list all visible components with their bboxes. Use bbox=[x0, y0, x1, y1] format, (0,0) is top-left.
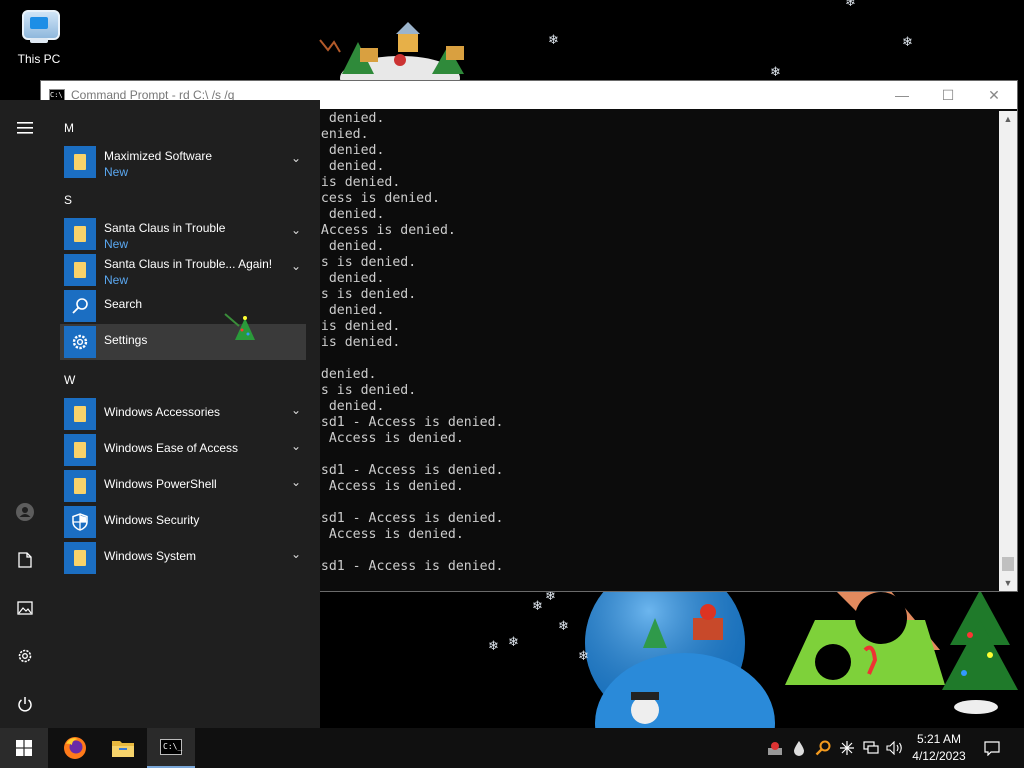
this-pc-label: This PC bbox=[17, 52, 61, 66]
minimize-button[interactable]: — bbox=[879, 81, 925, 109]
new-badge: New bbox=[104, 237, 129, 251]
app-windows-security[interactable]: Windows Security bbox=[60, 504, 306, 540]
app-settings[interactable]: Settings bbox=[60, 313, 306, 360]
pictures-icon[interactable] bbox=[0, 588, 50, 628]
app-search[interactable]: Search bbox=[60, 288, 306, 324]
shield-icon bbox=[64, 506, 96, 538]
file-explorer-icon bbox=[112, 741, 134, 757]
folder-icon bbox=[64, 470, 96, 502]
file-explorer-taskbar-button[interactable] bbox=[99, 728, 147, 768]
chevron-down-icon[interactable]: ⌄ bbox=[286, 396, 306, 417]
christmas-village-icon bbox=[319, 22, 464, 80]
command-prompt-icon: C:\_ bbox=[160, 739, 182, 755]
snowflake-icon: ❄ bbox=[532, 599, 543, 614]
snow-globe-icon bbox=[585, 588, 775, 728]
search-tray-icon[interactable] bbox=[812, 728, 834, 768]
folder-icon bbox=[64, 218, 96, 250]
action-center-icon[interactable] bbox=[978, 728, 1006, 768]
windows-start-icon bbox=[16, 740, 32, 756]
app-name: Windows Security bbox=[104, 513, 200, 527]
chevron-down-icon[interactable]: ⌄ bbox=[286, 468, 306, 489]
chevron-down-icon[interactable]: ⌄ bbox=[286, 252, 306, 273]
snowflake-tray-icon[interactable] bbox=[836, 728, 858, 768]
snowflake-icon: ❄ bbox=[845, 0, 856, 10]
user-account-icon[interactable] bbox=[0, 492, 50, 532]
santa-app-tray-icon[interactable] bbox=[764, 728, 786, 768]
triangle-ornament-icon bbox=[785, 590, 945, 685]
vertical-scrollbar[interactable]: ▲ ▼ bbox=[999, 111, 1017, 591]
folder-icon bbox=[64, 254, 96, 286]
app-name: Windows PowerShell bbox=[104, 477, 217, 491]
hamburger-menu-icon[interactable] bbox=[0, 108, 50, 148]
computer-icon bbox=[19, 6, 60, 46]
scroll-down-arrow-icon[interactable]: ▼ bbox=[999, 575, 1017, 591]
settings-gear-icon bbox=[64, 326, 96, 358]
chevron-down-icon[interactable]: ⌄ bbox=[286, 216, 306, 237]
folder-icon bbox=[64, 146, 96, 178]
app-name: Maximized Software bbox=[104, 149, 213, 163]
snowflake-icon: ❄ bbox=[508, 635, 519, 650]
snowflake-icon: ❄ bbox=[578, 649, 589, 664]
snowflake-icon: ❄ bbox=[488, 639, 499, 654]
chevron-down-icon[interactable]: ⌄ bbox=[286, 432, 306, 453]
app-name: Settings bbox=[104, 333, 148, 347]
start-menu-rail bbox=[0, 100, 50, 728]
clock-date: 4/12/2023 bbox=[912, 749, 966, 763]
snowflake-icon: ❄ bbox=[548, 33, 559, 48]
search-icon bbox=[64, 290, 96, 322]
app-name: Santa Claus in Trouble bbox=[104, 221, 226, 235]
app-santa-claus-in-trouble[interactable]: Santa Claus in Trouble New ⌄ bbox=[60, 216, 306, 252]
system-clock[interactable]: 5:21 AM 4/12/2023 bbox=[910, 731, 968, 765]
settings-gear-icon[interactable] bbox=[0, 636, 50, 676]
documents-icon[interactable] bbox=[0, 540, 50, 580]
app-santa-claus-in-trouble-again[interactable]: Santa Claus in Trouble... Again! New ⌄ bbox=[60, 252, 306, 288]
command-prompt-taskbar-button[interactable]: C:\_ bbox=[147, 728, 195, 768]
volume-icon[interactable] bbox=[884, 728, 906, 768]
section-header-m[interactable]: M bbox=[64, 121, 74, 135]
taskbar: C:\_ 5:21 AM 4/12/2023 bbox=[0, 728, 1024, 768]
app-name: Windows Accessories bbox=[104, 405, 221, 419]
app-windows-powershell[interactable]: Windows PowerShell ⌄ bbox=[60, 468, 306, 504]
folder-icon bbox=[64, 542, 96, 574]
close-button[interactable]: ✕ bbox=[971, 81, 1017, 109]
scroll-up-arrow-icon[interactable]: ▲ bbox=[999, 111, 1017, 127]
app-maximized-software[interactable]: Maximized Software New ⌄ bbox=[60, 144, 306, 180]
scrollbar-thumb[interactable] bbox=[1002, 557, 1014, 571]
snowflake-icon: ❄ bbox=[902, 35, 913, 50]
network-icon[interactable] bbox=[860, 728, 882, 768]
app-name: Windows Ease of Access bbox=[104, 441, 239, 455]
firefox-icon bbox=[64, 737, 86, 759]
app-windows-system[interactable]: Windows System ⌄ bbox=[60, 540, 306, 576]
new-badge: New bbox=[104, 165, 129, 179]
app-name: Windows System bbox=[104, 549, 197, 563]
folder-icon bbox=[64, 398, 96, 430]
water-drop-tray-icon[interactable] bbox=[788, 728, 810, 768]
chevron-down-icon[interactable]: ⌄ bbox=[286, 540, 306, 561]
snowflake-icon: ❄ bbox=[770, 65, 781, 80]
this-pc-shortcut[interactable]: This PC bbox=[8, 6, 70, 66]
new-badge: New bbox=[104, 273, 129, 287]
folder-icon bbox=[64, 434, 96, 466]
windows-start-button[interactable] bbox=[0, 728, 48, 768]
clock-time: 5:21 AM bbox=[916, 732, 962, 746]
app-name: Santa Claus in Trouble... Again! bbox=[104, 257, 273, 271]
start-menu: M Maximized Software New ⌄ S Santa Claus … bbox=[0, 100, 320, 728]
maximize-button[interactable]: ☐ bbox=[925, 81, 971, 109]
christmas-tree-icon bbox=[942, 590, 1018, 714]
section-header-w[interactable]: W bbox=[64, 373, 75, 387]
snowflake-icon: ❄ bbox=[558, 619, 569, 634]
app-windows-accessories[interactable]: Windows Accessories ⌄ bbox=[60, 396, 306, 432]
christmas-tree-cursor-icon bbox=[224, 313, 255, 340]
firefox-taskbar-button[interactable] bbox=[51, 728, 99, 768]
app-windows-ease-of-access[interactable]: Windows Ease of Access ⌄ bbox=[60, 432, 306, 468]
section-header-s[interactable]: S bbox=[64, 193, 72, 207]
power-icon[interactable] bbox=[0, 684, 50, 724]
app-name: Search bbox=[104, 297, 143, 311]
chevron-down-icon[interactable]: ⌄ bbox=[286, 144, 306, 165]
